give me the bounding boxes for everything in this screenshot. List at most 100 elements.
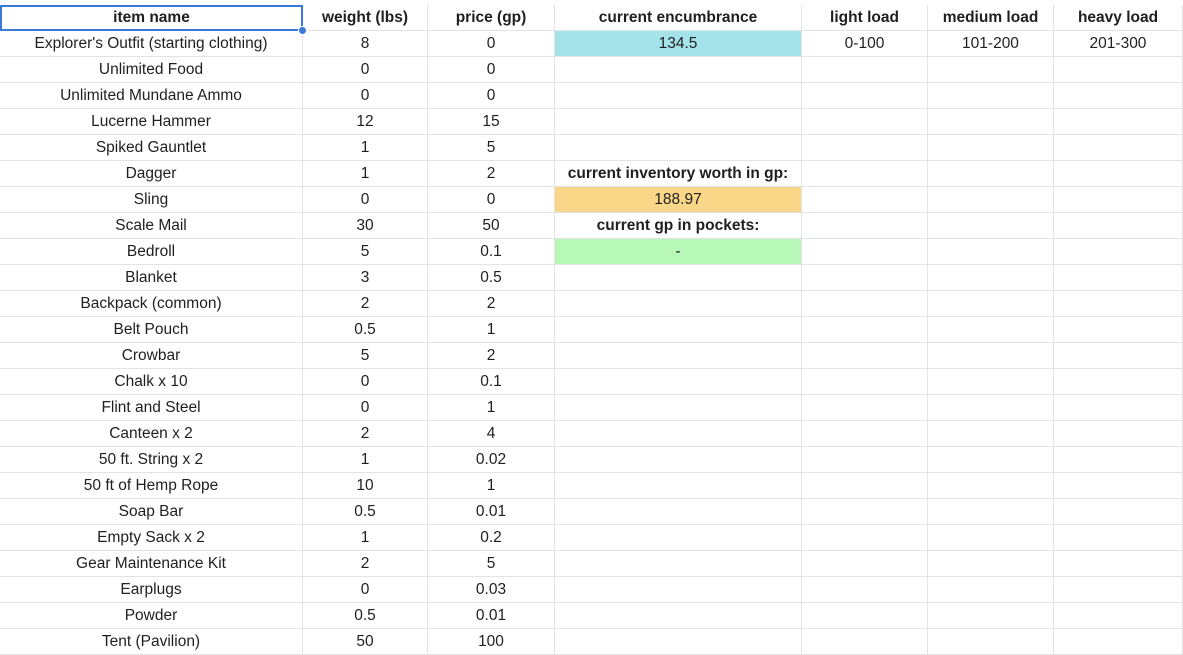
cell-price[interactable]: 0: [428, 57, 555, 83]
cell-light-load[interactable]: [802, 291, 928, 317]
cell-price[interactable]: 1: [428, 395, 555, 421]
cell-medium-load[interactable]: [928, 109, 1054, 135]
cell-heavy-load[interactable]: 201-300: [1054, 31, 1183, 57]
cell-heavy-load[interactable]: [1054, 109, 1183, 135]
gp-in-pockets-label[interactable]: current gp in pockets:: [555, 213, 802, 239]
cell-price[interactable]: 0: [428, 31, 555, 57]
cell-item-name[interactable]: Belt Pouch: [0, 317, 303, 343]
selection-fill-handle[interactable]: [298, 26, 307, 35]
cell-heavy-load[interactable]: [1054, 577, 1183, 603]
cell-weight[interactable]: 8: [303, 31, 428, 57]
cell-current-encumbrance[interactable]: [555, 135, 802, 161]
cell-weight[interactable]: 0: [303, 187, 428, 213]
cell-medium-load[interactable]: [928, 395, 1054, 421]
cell-medium-load[interactable]: [928, 213, 1054, 239]
cell-heavy-load[interactable]: [1054, 57, 1183, 83]
cell-heavy-load[interactable]: [1054, 161, 1183, 187]
cell-light-load[interactable]: [802, 83, 928, 109]
cell-medium-load[interactable]: [928, 499, 1054, 525]
cell-item-name[interactable]: Chalk x 10: [0, 369, 303, 395]
cell-item-name[interactable]: Unlimited Mundane Ammo: [0, 83, 303, 109]
cell-light-load[interactable]: [802, 499, 928, 525]
cell-price[interactable]: 0: [428, 187, 555, 213]
cell-item-name[interactable]: Tent (Pavilion): [0, 629, 303, 655]
cell-medium-load[interactable]: [928, 135, 1054, 161]
cell-current-encumbrance[interactable]: [555, 525, 802, 551]
cell-light-load[interactable]: [802, 109, 928, 135]
cell-item-name[interactable]: Lucerne Hammer: [0, 109, 303, 135]
cell-weight[interactable]: 0: [303, 577, 428, 603]
cell-price[interactable]: 5: [428, 551, 555, 577]
cell-medium-load[interactable]: [928, 83, 1054, 109]
cell-item-name[interactable]: Crowbar: [0, 343, 303, 369]
cell-current-encumbrance[interactable]: [555, 421, 802, 447]
cell-heavy-load[interactable]: [1054, 629, 1183, 655]
cell-heavy-load[interactable]: [1054, 369, 1183, 395]
cell-light-load[interactable]: 0-100: [802, 31, 928, 57]
cell-current-encumbrance[interactable]: [555, 57, 802, 83]
cell-price[interactable]: 0.02: [428, 447, 555, 473]
cell-medium-load[interactable]: [928, 161, 1054, 187]
header-price[interactable]: price (gp): [428, 5, 555, 31]
cell-medium-load[interactable]: [928, 239, 1054, 265]
cell-medium-load[interactable]: [928, 343, 1054, 369]
header-weight[interactable]: weight (lbs): [303, 5, 428, 31]
cell-heavy-load[interactable]: [1054, 499, 1183, 525]
cell-light-load[interactable]: [802, 525, 928, 551]
cell-heavy-load[interactable]: [1054, 213, 1183, 239]
gp-in-pockets-value[interactable]: -: [555, 239, 802, 265]
cell-current-encumbrance[interactable]: [555, 109, 802, 135]
cell-medium-load[interactable]: [928, 57, 1054, 83]
cell-item-name[interactable]: Gear Maintenance Kit: [0, 551, 303, 577]
cell-weight[interactable]: 0.5: [303, 603, 428, 629]
cell-price[interactable]: 0.5: [428, 265, 555, 291]
header-heavy-load[interactable]: heavy load: [1054, 5, 1183, 31]
cell-medium-load[interactable]: [928, 551, 1054, 577]
cell-weight[interactable]: 1: [303, 161, 428, 187]
cell-item-name[interactable]: Sling: [0, 187, 303, 213]
header-medium-load[interactable]: medium load: [928, 5, 1054, 31]
inventory-worth-label[interactable]: current inventory worth in gp:: [555, 161, 802, 187]
cell-item-name[interactable]: Explorer's Outfit (starting clothing): [0, 31, 303, 57]
cell-price[interactable]: 0.01: [428, 499, 555, 525]
cell-item-name[interactable]: Spiked Gauntlet: [0, 135, 303, 161]
cell-heavy-load[interactable]: [1054, 525, 1183, 551]
cell-weight[interactable]: 0.5: [303, 317, 428, 343]
cell-medium-load[interactable]: [928, 369, 1054, 395]
cell-weight[interactable]: 2: [303, 551, 428, 577]
cell-light-load[interactable]: [802, 421, 928, 447]
cell-light-load[interactable]: [802, 629, 928, 655]
cell-price[interactable]: 1: [428, 317, 555, 343]
cell-light-load[interactable]: [802, 57, 928, 83]
cell-item-name[interactable]: Empty Sack x 2: [0, 525, 303, 551]
cell-light-load[interactable]: [802, 161, 928, 187]
cell-weight[interactable]: 30: [303, 213, 428, 239]
cell-medium-load[interactable]: [928, 525, 1054, 551]
cell-medium-load[interactable]: [928, 447, 1054, 473]
cell-weight[interactable]: 2: [303, 421, 428, 447]
cell-light-load[interactable]: [802, 239, 928, 265]
cell-price[interactable]: 2: [428, 291, 555, 317]
cell-current-encumbrance[interactable]: [555, 629, 802, 655]
cell-item-name[interactable]: Blanket: [0, 265, 303, 291]
cell-item-name[interactable]: Powder: [0, 603, 303, 629]
cell-price[interactable]: 0: [428, 83, 555, 109]
cell-light-load[interactable]: [802, 473, 928, 499]
cell-item-name[interactable]: Flint and Steel: [0, 395, 303, 421]
cell-price[interactable]: 100: [428, 629, 555, 655]
cell-current-encumbrance[interactable]: [555, 603, 802, 629]
cell-medium-load[interactable]: [928, 317, 1054, 343]
cell-heavy-load[interactable]: [1054, 83, 1183, 109]
cell-heavy-load[interactable]: [1054, 343, 1183, 369]
cell-heavy-load[interactable]: [1054, 187, 1183, 213]
cell-weight[interactable]: 0: [303, 83, 428, 109]
cell-weight[interactable]: 0: [303, 369, 428, 395]
cell-price[interactable]: 0.03: [428, 577, 555, 603]
cell-price[interactable]: 50: [428, 213, 555, 239]
cell-light-load[interactable]: [802, 447, 928, 473]
cell-item-name[interactable]: 50 ft. String x 2: [0, 447, 303, 473]
cell-weight[interactable]: 10: [303, 473, 428, 499]
cell-current-encumbrance[interactable]: [555, 265, 802, 291]
cell-item-name[interactable]: Dagger: [0, 161, 303, 187]
cell-heavy-load[interactable]: [1054, 291, 1183, 317]
